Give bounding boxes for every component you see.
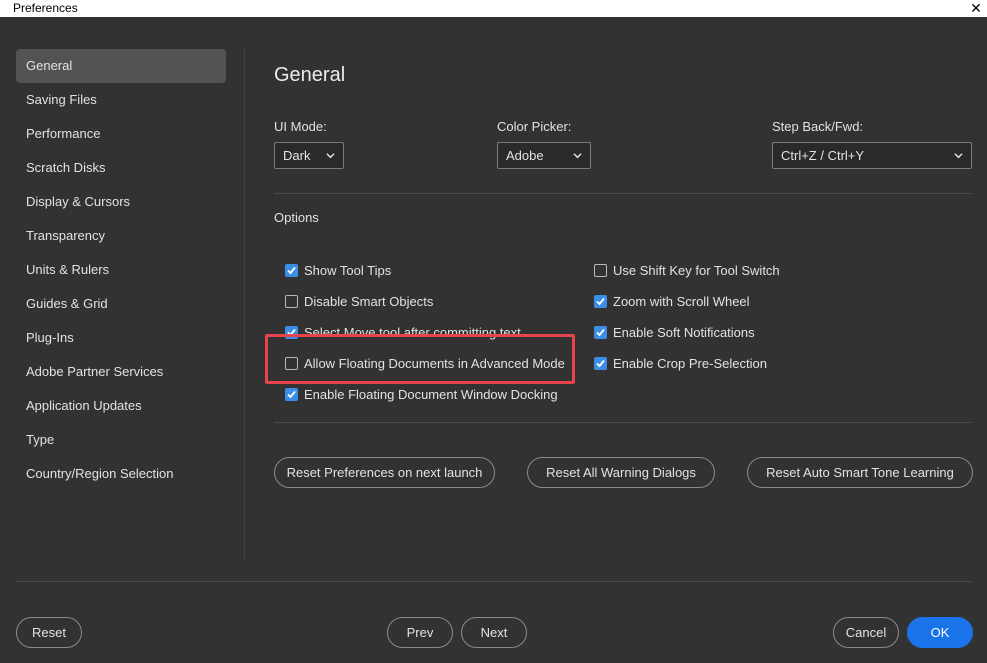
chevron-down-icon bbox=[326, 153, 335, 159]
highlight-box bbox=[265, 334, 575, 384]
reset-preferences-button[interactable]: Reset Preferences on next launch bbox=[274, 457, 495, 488]
sidebar-item-saving-files[interactable]: Saving Files bbox=[16, 83, 226, 117]
ok-button[interactable]: OK bbox=[907, 617, 973, 648]
sidebar-item-application-updates[interactable]: Application Updates bbox=[16, 389, 226, 423]
color-picker-label: Color Picker: bbox=[497, 119, 572, 134]
option-enable-soft-notifications[interactable]: Enable Soft Notifications bbox=[594, 322, 755, 342]
checkbox-checked-icon[interactable] bbox=[594, 356, 607, 370]
reset-auto-tone-button[interactable]: Reset Auto Smart Tone Learning bbox=[747, 457, 973, 488]
options-heading: Options bbox=[274, 210, 319, 225]
sidebar-item-type[interactable]: Type bbox=[16, 423, 226, 457]
page-title: General bbox=[274, 64, 346, 86]
option-disable-smart-objects[interactable]: Disable Smart Objects bbox=[285, 291, 433, 311]
chevron-down-icon bbox=[954, 153, 963, 159]
option-label: Disable Smart Objects bbox=[304, 293, 434, 309]
sidebar-divider bbox=[244, 49, 245, 561]
sidebar-item-adobe-partner-services[interactable]: Adobe Partner Services bbox=[16, 355, 226, 389]
sidebar-item-guides-grid[interactable]: Guides & Grid bbox=[16, 287, 226, 321]
chevron-down-icon bbox=[573, 153, 582, 159]
checkbox-checked-icon[interactable] bbox=[594, 294, 607, 308]
checkbox-unchecked-icon[interactable] bbox=[594, 263, 607, 277]
sidebar-item-display-cursors[interactable]: Display & Cursors bbox=[16, 185, 226, 219]
checkbox-checked-icon[interactable] bbox=[594, 325, 607, 339]
sidebar-item-units-rulers[interactable]: Units & Rulers bbox=[16, 253, 226, 287]
ui-mode-label: UI Mode: bbox=[274, 119, 327, 134]
prev-button[interactable]: Prev bbox=[387, 617, 453, 648]
divider bbox=[274, 193, 972, 194]
window-title: Preferences bbox=[13, 1, 78, 15]
ui-mode-value: Dark bbox=[283, 148, 311, 163]
sidebar-item-general[interactable]: General bbox=[16, 49, 226, 83]
sidebar-item-plug-ins[interactable]: Plug-Ins bbox=[16, 321, 226, 355]
sidebar-item-transparency[interactable]: Transparency bbox=[16, 219, 226, 253]
option-show-tool-tips[interactable]: Show Tool Tips bbox=[285, 260, 391, 280]
title-bar: Preferences ✕ bbox=[0, 0, 987, 17]
divider bbox=[274, 422, 972, 423]
checkbox-checked-icon[interactable] bbox=[285, 387, 298, 401]
cancel-button[interactable]: Cancel bbox=[833, 617, 899, 648]
option-use-shift-key[interactable]: Use Shift Key for Tool Switch bbox=[594, 260, 780, 280]
checkbox-unchecked-icon[interactable] bbox=[285, 294, 298, 308]
color-picker-select[interactable]: Adobe bbox=[497, 142, 591, 169]
option-label: Enable Soft Notifications bbox=[613, 324, 755, 340]
step-back-select[interactable]: Ctrl+Z / Ctrl+Y bbox=[772, 142, 972, 169]
sidebar-item-country-region[interactable]: Country/Region Selection bbox=[16, 457, 226, 491]
reset-warning-dialogs-button[interactable]: Reset All Warning Dialogs bbox=[527, 457, 715, 488]
color-picker-value: Adobe bbox=[506, 148, 544, 163]
step-back-value: Ctrl+Z / Ctrl+Y bbox=[781, 148, 865, 163]
option-enable-floating-docking[interactable]: Enable Floating Document Window Docking bbox=[285, 384, 558, 404]
next-button[interactable]: Next bbox=[461, 617, 527, 648]
step-back-label: Step Back/Fwd: bbox=[772, 119, 864, 134]
option-zoom-scroll-wheel[interactable]: Zoom with Scroll Wheel bbox=[594, 291, 750, 311]
option-label: Show Tool Tips bbox=[304, 262, 392, 278]
ui-mode-select[interactable]: Dark bbox=[274, 142, 344, 169]
option-label: Enable Crop Pre-Selection bbox=[613, 355, 767, 371]
option-label: Enable Floating Document Window Docking bbox=[304, 386, 558, 402]
option-label: Zoom with Scroll Wheel bbox=[613, 293, 750, 309]
sidebar-item-performance[interactable]: Performance bbox=[16, 117, 226, 151]
footer-divider bbox=[16, 581, 972, 582]
sidebar-nav: General Saving Files Performance Scratch… bbox=[16, 49, 226, 491]
reset-button[interactable]: Reset bbox=[16, 617, 82, 648]
option-label: Use Shift Key for Tool Switch bbox=[613, 262, 780, 278]
option-enable-crop-preselection[interactable]: Enable Crop Pre-Selection bbox=[594, 353, 767, 373]
sidebar-item-scratch-disks[interactable]: Scratch Disks bbox=[16, 151, 226, 185]
close-icon[interactable]: ✕ bbox=[969, 0, 983, 17]
checkbox-checked-icon[interactable] bbox=[285, 263, 298, 277]
